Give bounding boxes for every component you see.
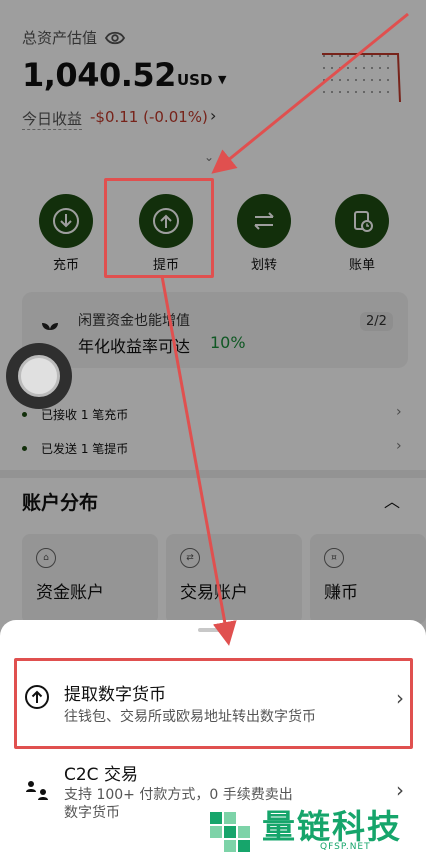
watermark-text: 量链科技 [262, 807, 402, 846]
annotation-arrows [160, 12, 409, 646]
watermark-subtext: QFSP.NET [320, 842, 371, 852]
watermark-logo [210, 812, 250, 852]
